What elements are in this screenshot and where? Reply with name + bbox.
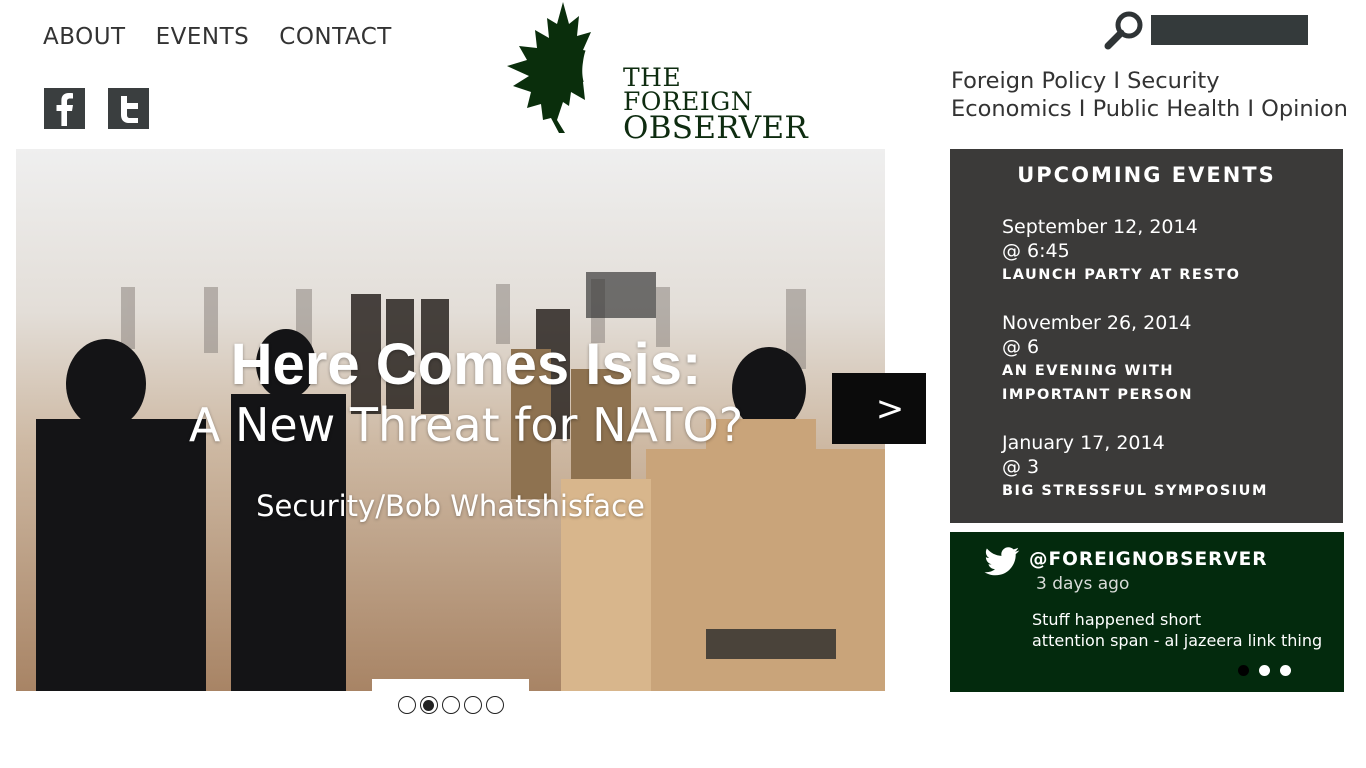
slide-dot-1[interactable] xyxy=(397,696,416,714)
slide-dot-5[interactable] xyxy=(485,696,504,714)
event-name[interactable]: BIG STRESSFUL SYMPOSIUM xyxy=(1002,479,1268,503)
hero-slide[interactable]: Here Comes Isis: A New Threat for NATO? … xyxy=(16,149,885,691)
event-name[interactable]: LAUNCH PARTY AT RESTO xyxy=(1002,263,1241,287)
event-time: @ 6:45 xyxy=(1002,240,1070,262)
twitter-icon xyxy=(120,95,138,123)
twitter-feed-panel: @FOREIGNOBSERVER 3 days ago Stuff happen… xyxy=(950,532,1344,692)
slide-dot-2[interactable] xyxy=(419,696,438,714)
event-item[interactable]: November 26, 2014 @ 6 AN EVENING WITH IM… xyxy=(1002,311,1222,407)
search-button[interactable] xyxy=(1103,8,1147,52)
upcoming-events-panel: UPCOMING EVENTS September 12, 2014 @ 6:4… xyxy=(950,149,1343,523)
tweet-dot-2[interactable] xyxy=(1259,665,1270,676)
tweet-dot-1[interactable] xyxy=(1238,665,1249,676)
facebook-button[interactable] xyxy=(44,88,85,129)
logo-line-2: OBSERVER xyxy=(623,109,809,146)
search-input[interactable] xyxy=(1151,15,1308,45)
tweet-dot-3[interactable] xyxy=(1280,665,1291,676)
logo-line-1: THE FOREIGN xyxy=(623,63,754,116)
event-time: @ 6 xyxy=(1002,336,1040,358)
top-nav: ABOUT EVENTS CONTACT xyxy=(43,24,392,50)
hero-title[interactable]: Here Comes Isis: xyxy=(16,335,885,395)
twitter-button[interactable] xyxy=(108,88,149,129)
tweet-text-line-2: attention span - al jazeera link thing xyxy=(1032,631,1323,650)
event-item[interactable]: September 12, 2014 @ 6:45 LAUNCH PARTY A… xyxy=(1002,215,1241,287)
category-line-2[interactable]: Economics I Public Health I Opinion xyxy=(951,95,1348,123)
maple-leaf-head-icon xyxy=(507,2,615,133)
category-links: Foreign Policy I Security Economics I Pu… xyxy=(951,67,1348,123)
events-heading: UPCOMING EVENTS xyxy=(1017,163,1276,187)
tweet-text[interactable]: Stuff happened short attention span - al… xyxy=(1032,609,1322,651)
site-logo[interactable]: THE FOREIGN OBSERVER xyxy=(505,2,810,143)
nav-contact-link[interactable]: CONTACT xyxy=(279,24,392,50)
event-date: November 26, 2014 xyxy=(1002,312,1192,334)
tweet-timestamp: 3 days ago xyxy=(1036,574,1130,594)
nav-events-link[interactable]: EVENTS xyxy=(156,24,250,50)
slider-pagination xyxy=(372,679,529,719)
twitter-handle[interactable]: @FOREIGNOBSERVER xyxy=(1029,549,1268,570)
event-date: January 17, 2014 xyxy=(1002,432,1165,454)
category-line-1[interactable]: Foreign Policy I Security xyxy=(951,67,1348,95)
event-time: @ 3 xyxy=(1002,456,1040,478)
slide-dot-4[interactable] xyxy=(463,696,482,714)
twitter-bird-icon xyxy=(984,547,1020,576)
tweet-text-line-1: Stuff happened short xyxy=(1032,610,1202,629)
nav-about-link[interactable]: ABOUT xyxy=(43,24,126,50)
event-name[interactable]: AN EVENING WITH IMPORTANT PERSON xyxy=(1002,359,1222,407)
search-icon xyxy=(1104,11,1143,50)
slider-next-button[interactable]: > xyxy=(832,373,926,444)
event-item[interactable]: January 17, 2014 @ 3 BIG STRESSFUL SYMPO… xyxy=(1002,431,1268,503)
hero-subtitle[interactable]: A New Threat for NATO? xyxy=(16,399,885,451)
tweet-pagination xyxy=(1238,665,1291,676)
logo-wordmark: THE FOREIGN OBSERVER xyxy=(623,63,810,146)
slide-dot-3[interactable] xyxy=(441,696,460,714)
hero-byline[interactable]: Security/Bob Whatshisface xyxy=(16,489,885,523)
event-date: September 12, 2014 xyxy=(1002,216,1198,238)
facebook-icon xyxy=(56,92,73,126)
